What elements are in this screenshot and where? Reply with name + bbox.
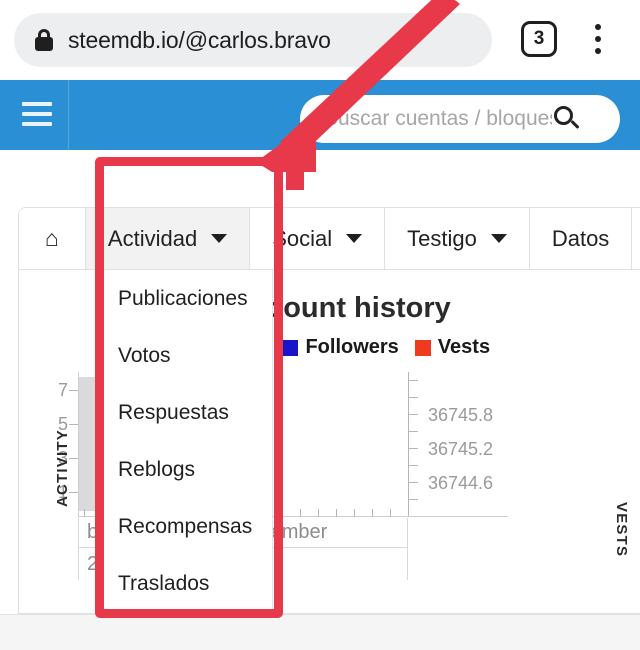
legend-item-vests[interactable]: Vests bbox=[414, 336, 491, 359]
menu-item-label: Recompensas bbox=[118, 514, 253, 538]
y-right-tick bbox=[409, 499, 418, 500]
y-axis-right bbox=[408, 372, 409, 516]
x-tick bbox=[282, 509, 283, 517]
lock-icon bbox=[34, 29, 54, 51]
search-icon[interactable] bbox=[554, 106, 580, 132]
tab-home[interactable]: ⌂ bbox=[19, 208, 86, 269]
nav-tabs: ⌂ Actividad Social Testigo Datos bbox=[19, 208, 640, 270]
tab-testigo-label: Testigo bbox=[407, 225, 477, 251]
browser-toolbar: steemdb.io/@carlos.bravo 3 bbox=[0, 0, 640, 80]
home-icon: ⌂ bbox=[45, 225, 59, 251]
menu-item-label: Traslados bbox=[118, 571, 210, 595]
chevron-down-icon bbox=[346, 234, 363, 243]
x-tick bbox=[84, 509, 85, 517]
tab-social[interactable]: Social bbox=[250, 208, 386, 269]
y-right-tick-label: 36744.6 bbox=[428, 473, 494, 493]
x-tick bbox=[354, 509, 355, 517]
tab-datos-label: Datos bbox=[551, 225, 610, 251]
tab-count-label: 3 bbox=[533, 28, 545, 49]
page-footer bbox=[0, 614, 640, 650]
y-right-tick bbox=[409, 465, 418, 466]
y-right-tick bbox=[409, 414, 418, 415]
y-axis-right-title: VESTS bbox=[613, 502, 630, 558]
menu-item-label: Votos bbox=[118, 343, 171, 367]
tab-count-button[interactable]: 3 bbox=[521, 21, 557, 57]
menu-item-label: Reblogs bbox=[118, 457, 196, 481]
y-right-tick-label: 36745.8 bbox=[428, 405, 494, 425]
x-tick bbox=[318, 509, 319, 517]
legend-swatch-vests bbox=[414, 339, 431, 356]
menu-item-label: Publicaciones bbox=[118, 286, 248, 310]
tab-datos[interactable]: Datos bbox=[529, 208, 633, 269]
y-right-tick-label: 36745.2 bbox=[428, 439, 494, 459]
screen-root: steemdb.io/@carlos.bravo 3 Account histo… bbox=[0, 0, 640, 650]
y-right-tick bbox=[409, 431, 418, 432]
menu-item-recompensas[interactable]: Recompensas bbox=[102, 498, 272, 555]
chevron-down-icon bbox=[490, 234, 507, 243]
menu-item-publicaciones[interactable]: Publicaciones bbox=[102, 270, 272, 327]
x-tick bbox=[390, 509, 391, 517]
search-box[interactable] bbox=[300, 95, 620, 143]
y-left-tick bbox=[69, 390, 78, 391]
kebab-menu-icon[interactable] bbox=[589, 21, 607, 57]
x-tick bbox=[336, 509, 337, 517]
menu-item-respuestas[interactable]: Respuestas bbox=[102, 384, 272, 441]
y-axis-left bbox=[78, 372, 79, 516]
tab-testigo[interactable]: Testigo bbox=[385, 208, 530, 269]
y-right-tick bbox=[409, 397, 418, 398]
y-right-tick bbox=[409, 448, 418, 449]
search-input[interactable] bbox=[324, 107, 552, 131]
url-text: steemdb.io/@carlos.bravo bbox=[68, 26, 331, 53]
tab-actividad-label: Actividad bbox=[107, 225, 198, 251]
tab-actividad[interactable]: Actividad bbox=[85, 208, 251, 269]
legend-label-followers: Followers bbox=[305, 336, 399, 358]
menu-item-reblogs[interactable]: Reblogs bbox=[102, 441, 272, 498]
y-axis-left-title: ACTIVITY bbox=[54, 429, 71, 507]
address-bar[interactable]: steemdb.io/@carlos.bravo bbox=[14, 13, 492, 67]
hamburger-icon[interactable] bbox=[22, 102, 52, 126]
legend-swatch-followers bbox=[282, 339, 299, 356]
chart-legend: ts: Followers Vests bbox=[240, 336, 490, 359]
actividad-dropdown-menu: Publicaciones Votos Respuestas Reblogs R… bbox=[101, 270, 273, 614]
legend-item-followers[interactable]: Followers bbox=[282, 336, 399, 359]
menu-item-label: Respuestas bbox=[118, 400, 229, 424]
y-right-tick bbox=[409, 380, 418, 381]
y-right-tick bbox=[409, 482, 418, 483]
navbar-divider bbox=[68, 80, 69, 150]
x-tick bbox=[372, 509, 373, 517]
y-left-tick bbox=[69, 424, 78, 425]
legend-label-vests: Vests bbox=[437, 336, 491, 358]
y-left-tick-label: 7 bbox=[57, 380, 68, 400]
tab-social-label: Social bbox=[272, 225, 333, 251]
menu-item-traslados[interactable]: Traslados bbox=[102, 555, 272, 612]
chevron-down-icon bbox=[211, 234, 228, 243]
x-tick bbox=[300, 509, 301, 517]
menu-item-votos[interactable]: Votos bbox=[102, 327, 272, 384]
